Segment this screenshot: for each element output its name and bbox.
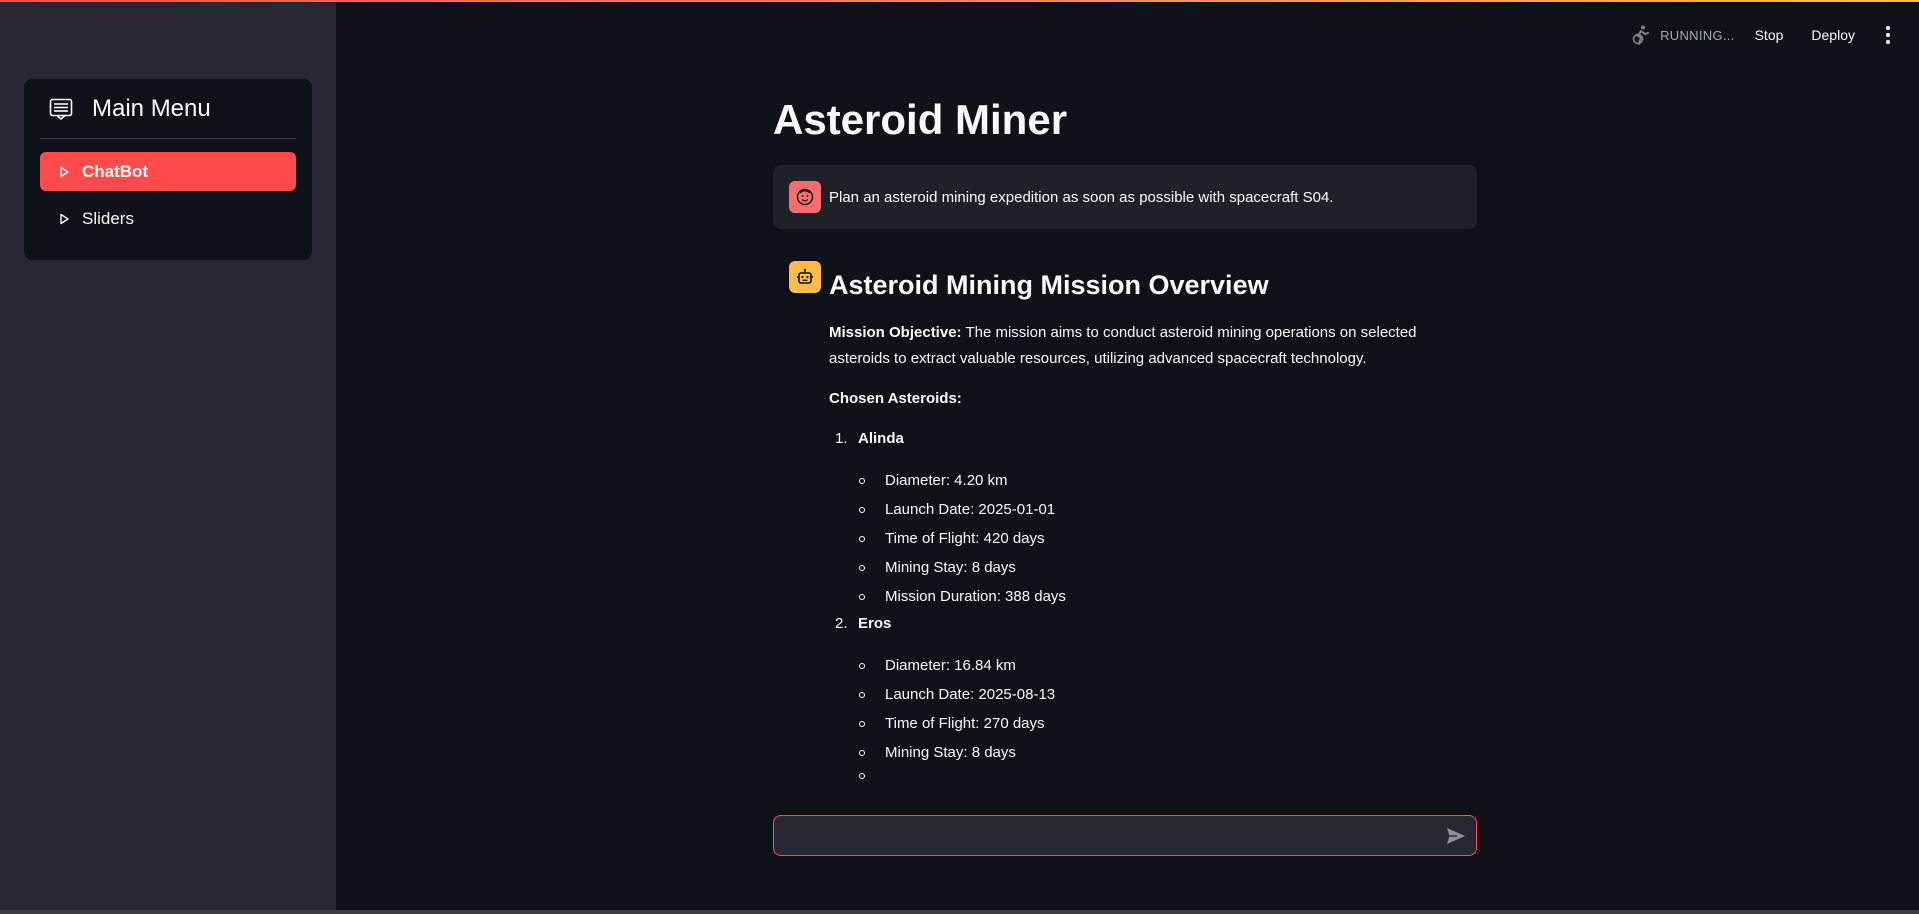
asteroid-detail: Launch Date: 2025-01-01 [885, 501, 1056, 518]
asteroid-detail: Diameter: 4.20 km [885, 472, 1008, 489]
list-number: 1. [835, 430, 848, 447]
asteroid-detail: Mission Duration: 388 days [885, 588, 1066, 605]
list-item: Mission Duration: 388 days [859, 588, 1066, 605]
asteroid-detail: Mining Stay: 8 days [885, 744, 1016, 761]
bullet-icon [859, 773, 865, 779]
menu-title: Main Menu [92, 94, 211, 122]
menu-header: Main Menu [40, 79, 296, 139]
list-item [859, 773, 885, 779]
list-item: Mining Stay: 8 days [859, 559, 1016, 576]
chat-input[interactable] [774, 816, 1436, 855]
bullet-icon [859, 593, 865, 600]
sidebar-item-sliders[interactable]: Sliders [40, 199, 296, 238]
header-toolbar: RUNNING... Stop Deploy [1630, 0, 1919, 70]
list-item: Time of Flight: 420 days [859, 530, 1045, 547]
sidebar-item-label: Sliders [82, 208, 134, 228]
list-item: Launch Date: 2025-01-01 [859, 501, 1055, 518]
more-options-icon[interactable] [1883, 26, 1893, 44]
running-man-icon [1630, 24, 1652, 46]
objective-label: Mission Objective: [829, 324, 962, 341]
menu-list-icon [48, 96, 74, 122]
bullet-icon [859, 662, 865, 669]
top-decoration-bar [0, 0, 1919, 2]
sidebar: Main Menu ChatBot Sliders [0, 0, 336, 910]
send-icon[interactable] [1436, 816, 1476, 855]
sidebar-item-label: ChatBot [82, 161, 149, 181]
mission-objective: Mission Objective: The mission aims to c… [829, 320, 1477, 372]
bullet-icon [859, 535, 865, 542]
bullet-icon [859, 720, 865, 727]
asteroid-detail: Diameter: 16.84 km [885, 657, 1016, 674]
list-item: Diameter: 4.20 km [859, 472, 1008, 489]
asteroid-name: Eros [858, 615, 892, 632]
bullet-icon [859, 477, 865, 484]
asteroid-detail: Time of Flight: 270 days [885, 715, 1045, 732]
bullet-icon [859, 749, 865, 756]
user-chat-message: Plan an asteroid mining expedition as so… [773, 165, 1477, 229]
bottom-divider [0, 910, 1919, 914]
list-item: Mining Stay: 8 days [859, 744, 1016, 761]
chat-input-container [773, 815, 1477, 856]
asteroid-detail: Time of Flight: 420 days [885, 530, 1045, 547]
chosen-asteroids-label: Chosen Asteroids: [829, 390, 962, 407]
bullet-icon [859, 564, 865, 571]
sidebar-item-chatbot[interactable]: ChatBot [40, 152, 296, 191]
mission-heading: Asteroid Mining Mission Overview [829, 270, 1269, 300]
asteroid-detail: Launch Date: 2025-08-13 [885, 686, 1056, 703]
main-menu-card: Main Menu ChatBot Sliders [24, 79, 312, 260]
bot-avatar-icon [789, 261, 821, 293]
list-item: Diameter: 16.84 km [859, 657, 1016, 674]
deploy-button[interactable]: Deploy [1811, 27, 1855, 43]
bullet-icon [859, 691, 865, 698]
bullet-icon [859, 506, 865, 513]
stop-button[interactable]: Stop [1755, 27, 1784, 43]
asteroid-detail: Mining Stay: 8 days [885, 559, 1016, 576]
user-avatar-icon [789, 181, 821, 213]
asteroid-name: Alinda [858, 430, 904, 447]
play-outline-icon [58, 166, 70, 178]
page-title: Asteroid Miner [773, 96, 1068, 143]
list-item: 2. Eros [835, 615, 891, 632]
list-item: Launch Date: 2025-08-13 [859, 686, 1055, 703]
user-message-text: Plan an asteroid mining expedition as so… [829, 188, 1334, 206]
list-item: 1. Alinda [835, 430, 904, 447]
list-number: 2. [835, 615, 848, 632]
play-outline-icon [58, 213, 70, 225]
list-item: Time of Flight: 270 days [859, 715, 1045, 732]
running-status: RUNNING... [1660, 27, 1735, 43]
